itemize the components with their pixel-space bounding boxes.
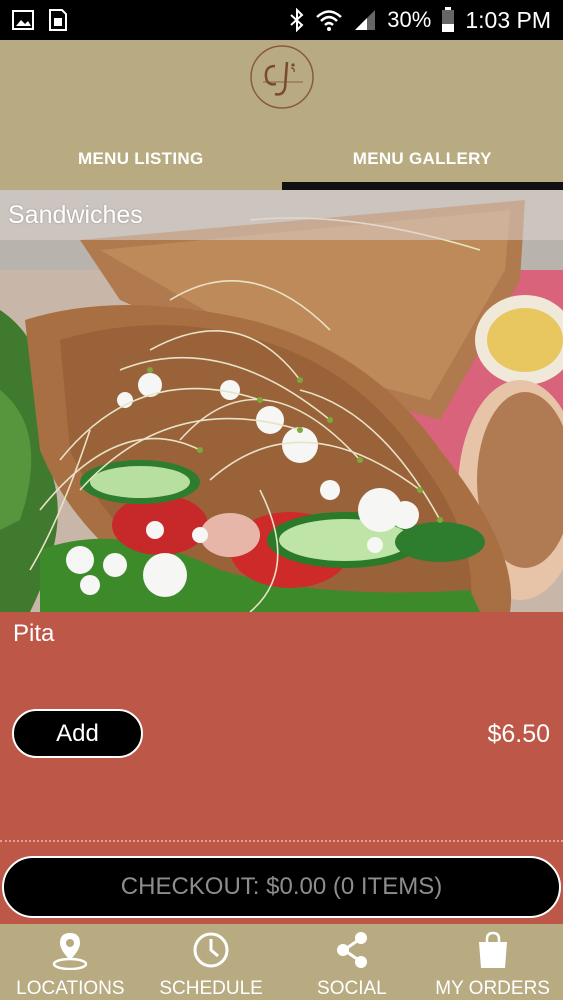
- category-label: Sandwiches: [8, 200, 143, 229]
- clock-time: 1:03 PM: [465, 6, 551, 33]
- item-details: Pita Add $6.50: [0, 612, 563, 850]
- item-name: Pita: [13, 620, 55, 647]
- bluetooth-icon: [290, 8, 304, 32]
- item-price: $6.50: [487, 720, 550, 748]
- wifi-icon: [316, 10, 343, 31]
- nav-label-locations: LOCATIONS: [16, 978, 125, 999]
- divider: [0, 840, 563, 842]
- item-photo[interactable]: Sandwiches: [0, 190, 563, 612]
- status-bar: 30% 1:03 PM: [0, 0, 563, 40]
- checkout-button[interactable]: CHECKOUT: $0.00 (0 ITEMS): [2, 856, 561, 918]
- nav-schedule[interactable]: SCHEDULE: [141, 924, 282, 1000]
- share-icon: [336, 932, 367, 968]
- brand-logo: [250, 45, 314, 109]
- nav-my-orders[interactable]: MY ORDERS: [422, 924, 563, 1000]
- category-bar: Sandwiches: [0, 190, 563, 240]
- nav-label-schedule: SCHEDULE: [159, 978, 263, 999]
- battery-icon: [442, 7, 455, 32]
- tab-menu-gallery[interactable]: MENU GALLERY: [281, 128, 563, 190]
- gallery-icon: [12, 10, 34, 30]
- pita-sandwich-image: [0, 190, 563, 612]
- checkout-area: CHECKOUT: $0.00 (0 ITEMS): [0, 850, 563, 924]
- add-button[interactable]: Add: [12, 709, 143, 758]
- signal-icon: [355, 10, 376, 30]
- bottom-nav: LOCATIONS SCHEDULE SOCIAL MY ORDERS: [0, 924, 563, 1000]
- shopping-bag-icon: [478, 931, 507, 968]
- battery-percent: 30%: [387, 7, 432, 32]
- location-pin-icon: [53, 933, 88, 970]
- tab-menu-listing[interactable]: MENU LISTING: [0, 128, 282, 190]
- nav-locations[interactable]: LOCATIONS: [0, 924, 141, 1000]
- tab-bar: MENU LISTING MENU GALLERY: [0, 128, 563, 190]
- clock-icon: [193, 932, 229, 968]
- nav-label-social: SOCIAL: [317, 978, 387, 999]
- sim-icon: [49, 9, 67, 31]
- nav-label-my-orders: MY ORDERS: [435, 978, 550, 999]
- app-header: MENU LISTING MENU GALLERY: [0, 40, 563, 190]
- nav-social[interactable]: SOCIAL: [282, 924, 423, 1000]
